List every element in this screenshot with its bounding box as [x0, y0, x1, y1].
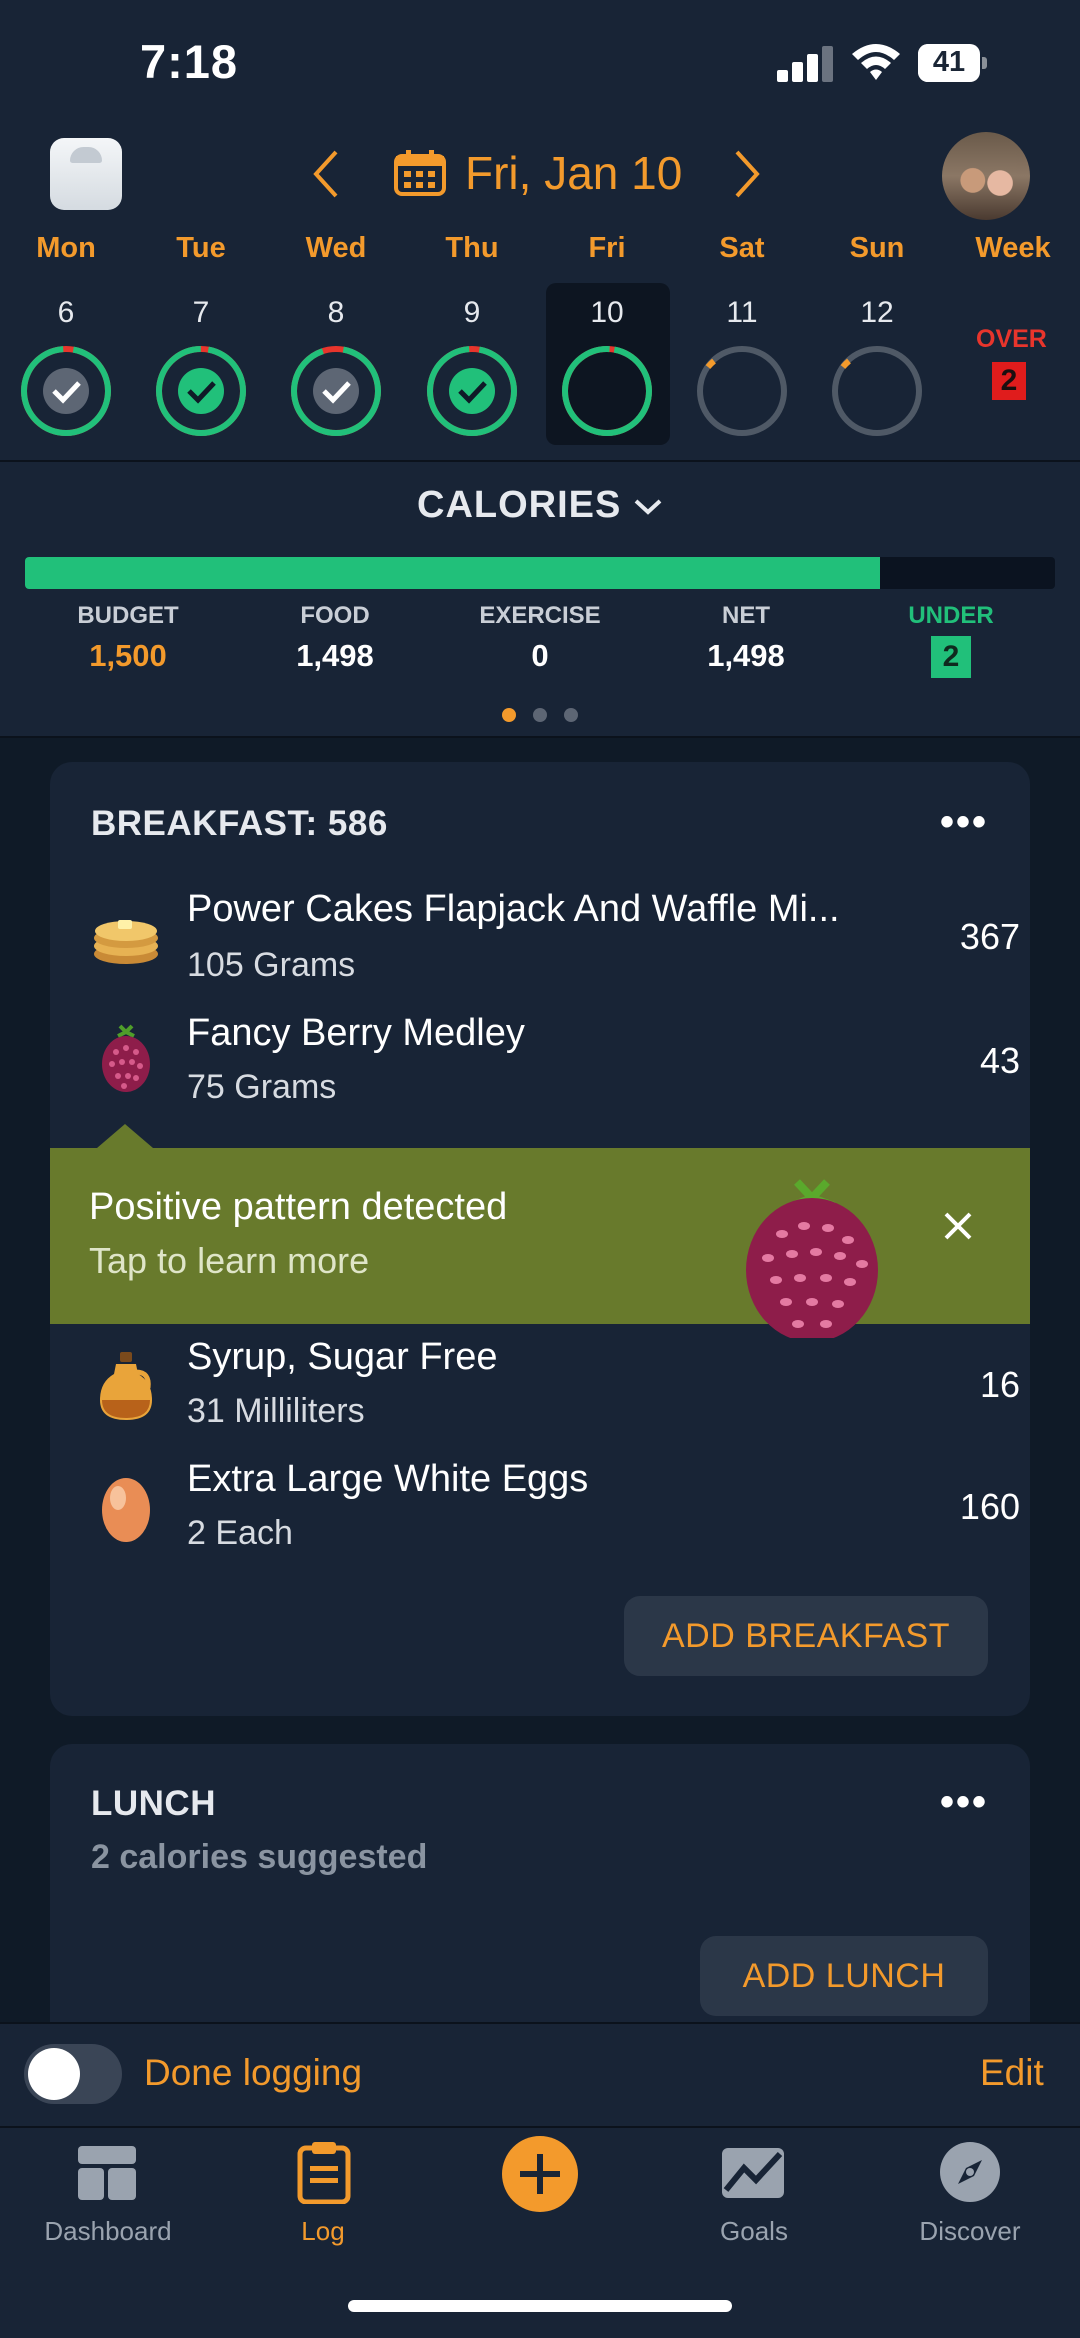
status-time: 7:18	[140, 35, 239, 88]
day-name: Tue	[176, 232, 226, 264]
weight-scale-icon[interactable]	[50, 138, 122, 210]
day-progress-ring	[832, 346, 922, 436]
food-name: Extra Large White Eggs	[187, 1458, 589, 1500]
banner-title: Positive pattern detected	[89, 1186, 508, 1228]
food-calories: 160	[959, 1486, 1020, 1527]
battery-icon: 41	[918, 44, 988, 82]
done-logging-label: Done logging	[144, 2052, 363, 2093]
stat-value-food: 1,498	[296, 638, 374, 673]
day-number: 10	[590, 296, 624, 329]
add-breakfast-button[interactable]: ADD BREAKFAST	[624, 1596, 988, 1676]
calories-dropdown[interactable]: CALORIES	[0, 484, 1080, 527]
food-serving: 75 Grams	[187, 1068, 337, 1106]
day-number: 6	[57, 296, 75, 329]
banner-pointer	[97, 1124, 153, 1148]
previous-day-button[interactable]	[310, 148, 340, 213]
day-number: 9	[463, 296, 481, 329]
stat-label-exercise: EXERCISE	[479, 602, 601, 629]
chevron-down-icon	[634, 499, 662, 515]
calendar-icon[interactable]	[394, 150, 446, 196]
tab-dashboard-label: Dashboard	[44, 2216, 172, 2246]
food-name: Fancy Berry Medley	[187, 1012, 525, 1054]
dashboard-icon	[78, 2146, 136, 2200]
lunch-suggestion: 2 calories suggested	[91, 1838, 428, 1876]
pancake-icon	[94, 920, 158, 964]
divider	[0, 736, 1080, 738]
battery-level: 41	[932, 46, 966, 78]
lunch-more-icon[interactable]: •••	[940, 1780, 988, 1825]
banner-subtitle[interactable]: Tap to learn more	[89, 1240, 369, 1282]
day-name: Sat	[719, 232, 765, 264]
tab-log-label: Log	[301, 2216, 345, 2246]
page-indicator-dot[interactable]	[564, 708, 578, 722]
over-badge: 2	[992, 362, 1026, 400]
log-icon	[297, 2142, 351, 2204]
selected-date[interactable]: Fri, Jan 10	[465, 146, 682, 200]
stat-label-food: FOOD	[300, 602, 370, 629]
add-lunch-button[interactable]: ADD LUNCH	[700, 1936, 988, 2016]
day-progress-ring	[21, 346, 111, 436]
plus-icon	[520, 2154, 560, 2194]
tab-discover-label: Discover	[919, 2216, 1021, 2246]
berry-icon	[746, 1179, 878, 1338]
wifi-icon	[852, 44, 900, 80]
page-indicator-dot[interactable]	[502, 708, 516, 722]
stat-value-net: 1,498	[707, 638, 785, 673]
day-name: Wed	[305, 232, 367, 264]
day-name: Sun	[849, 232, 905, 264]
berry-icon	[102, 1024, 150, 1092]
tab-goals-label: Goals	[720, 2216, 788, 2246]
over-label: OVER	[976, 325, 1047, 353]
day-number: 11	[726, 296, 758, 329]
week-label[interactable]: Week	[953, 232, 1073, 265]
day-progress-ring	[291, 346, 381, 436]
stat-label-budget: BUDGET	[77, 602, 179, 629]
breakfast-more-icon[interactable]: •••	[940, 800, 988, 845]
stat-label-net: NET	[722, 602, 770, 629]
food-name: Power Cakes Flapjack And Waffle Mi...	[187, 888, 840, 930]
food-name: Syrup, Sugar Free	[187, 1336, 498, 1378]
edit-button[interactable]: Edit	[980, 2052, 1044, 2094]
food-serving: 31 Milliliters	[187, 1392, 365, 1430]
pattern-banner[interactable]	[50, 1148, 1030, 1324]
lunch-title: LUNCH	[91, 1784, 216, 1823]
day-number: 8	[327, 296, 345, 329]
day-name: Mon	[36, 232, 96, 264]
day-name: Fri	[588, 232, 626, 264]
breakfast-title: BREAKFAST: 586	[91, 804, 388, 843]
day-progress-ring	[156, 346, 246, 436]
food-calories: 43	[979, 1040, 1020, 1081]
cellular-signal-icon	[777, 44, 833, 82]
day-number: 7	[192, 296, 210, 329]
food-serving: 2 Each	[187, 1514, 293, 1552]
food-calories: 367	[959, 916, 1020, 957]
day-name: Thu	[445, 232, 499, 264]
home-indicator	[348, 2300, 732, 2312]
syrup-icon	[100, 1352, 152, 1420]
stat-label-under: UNDER	[908, 602, 994, 629]
food-calories: 16	[979, 1364, 1020, 1405]
add-entry-button[interactable]	[502, 2136, 578, 2212]
discover-icon	[940, 2142, 1000, 2202]
day-number: 12	[860, 296, 894, 329]
calories-title: CALORIES	[417, 484, 622, 526]
egg-icon	[102, 1478, 150, 1542]
close-icon[interactable]	[940, 1208, 976, 1254]
day-progress-ring	[427, 346, 517, 436]
under-badge: 2	[931, 636, 971, 678]
goals-icon	[722, 2148, 784, 2198]
next-day-button[interactable]	[733, 148, 763, 213]
page-indicator-dot[interactable]	[533, 708, 547, 722]
calorie-progress-fill	[25, 557, 880, 589]
day-progress-ring	[562, 346, 652, 436]
day-progress-ring	[697, 346, 787, 436]
done-logging-toggle[interactable]	[24, 2044, 122, 2104]
food-serving: 105 Grams	[187, 946, 356, 984]
profile-avatar[interactable]	[942, 132, 1030, 220]
stat-value-budget: 1,500	[89, 638, 167, 673]
stat-value-exercise: 0	[531, 638, 549, 673]
